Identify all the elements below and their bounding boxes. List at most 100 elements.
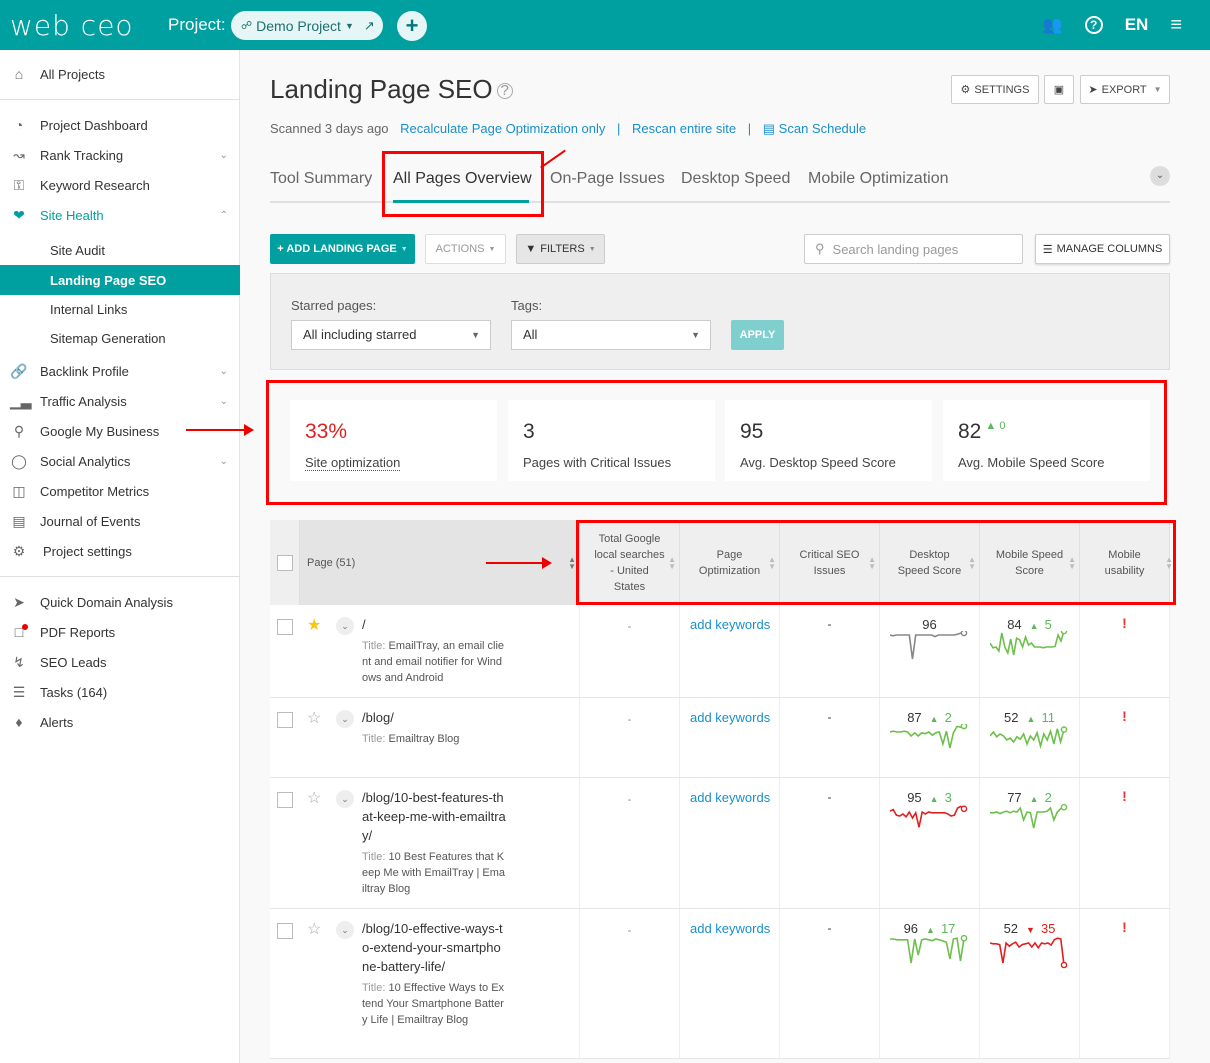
sparkline-line <box>990 806 1065 829</box>
tab-mobile-optimization[interactable]: Mobile Optimization <box>808 170 949 188</box>
rescan-link[interactable]: Rescan entire site <box>632 121 736 136</box>
sort-icon[interactable]: ▲ ▼ <box>568 555 576 570</box>
score-number: 87 <box>907 710 922 725</box>
star-icon[interactable]: ★ <box>307 615 321 635</box>
star-icon[interactable]: ☆ <box>307 708 321 728</box>
actions-button[interactable]: ACTIONS ▼ <box>425 234 506 264</box>
sidebar-item-rank-tracking[interactable]: ↝ Rank Tracking ⌄ <box>0 140 240 170</box>
bolt-icon: ↯ <box>13 653 25 670</box>
chevron-down-icon[interactable]: ⌄ <box>336 921 354 939</box>
sidebar-item-traffic-analysis[interactable]: ▁▃ Traffic Analysis ⌄ <box>0 386 240 416</box>
add-keywords-link[interactable]: add keywords <box>690 617 770 632</box>
tab-on-page-issues[interactable]: On-Page Issues <box>550 170 665 188</box>
row-checkbox[interactable] <box>277 792 293 808</box>
sidebar-item-tasks[interactable]: ☰ Tasks (164) <box>0 677 240 707</box>
sidebar-item-project-dashboard[interactable]: ◔ Project Dashboard <box>0 110 240 140</box>
sidebar-item-pdf-reports[interactable]: □ PDF Reports <box>0 617 240 647</box>
gear-icon: ⚙ <box>12 542 26 559</box>
score-value: 87 ▲ 2 <box>880 710 979 725</box>
sidebar-item-seo-leads[interactable]: ↯ SEO Leads <box>0 647 240 677</box>
sidebar-item-competitor-metrics[interactable]: ◫ Competitor Metrics <box>0 476 240 506</box>
calendar-button[interactable]: ▣ <box>1044 75 1074 104</box>
sidebar-item-journal-of-events[interactable]: ▤ Journal of Events <box>0 506 240 536</box>
sidebar-item-alerts[interactable]: ♦ Alerts <box>0 707 240 737</box>
add-project-button[interactable]: + <box>397 11 427 41</box>
sidebar-item-backlink-profile[interactable]: 🔗 Backlink Profile ⌄ <box>0 356 240 386</box>
row-checkbox[interactable] <box>277 619 293 635</box>
warning-icon[interactable]: ! <box>1080 919 1169 935</box>
caret-down-icon: ▼ <box>471 330 480 340</box>
score-number: 52 <box>1003 921 1019 936</box>
warning-icon[interactable]: ! <box>1080 615 1169 631</box>
tags-select[interactable]: All ▼ <box>511 320 711 350</box>
row-checkbox[interactable] <box>277 712 293 728</box>
score-number: 95 <box>907 790 922 805</box>
add-landing-page-button[interactable]: + ADD LANDING PAGE ▼ <box>270 234 415 264</box>
sidebar-item-all-projects[interactable]: ⌂ All Projects <box>0 59 240 89</box>
starred-select[interactable]: All including starred ▼ <box>291 320 491 350</box>
sidebar-item-site-health[interactable]: ❤ Site Health ⌃ <box>0 200 240 230</box>
warning-icon[interactable]: ! <box>1080 708 1169 724</box>
score-number: 52 <box>1004 710 1019 725</box>
page-url[interactable]: /blog/10-effective-ways-to-extend-your-s… <box>362 919 507 976</box>
settings-button[interactable]: ⚙ SETTINGS <box>951 75 1039 104</box>
sidebar-item-google-my-business[interactable]: ⚲ Google My Business <box>0 416 240 446</box>
scan-schedule-link[interactable]: Scan Schedule <box>779 121 866 136</box>
star-icon[interactable]: ☆ <box>307 788 321 808</box>
sidebar-item-project-settings[interactable]: ⚙ Project settings <box>0 536 240 566</box>
external-link-icon[interactable]: ↗ <box>364 18 375 34</box>
page-title-key: Title: <box>362 640 389 652</box>
score-number: 84 <box>1007 617 1022 632</box>
cell-desktop-speed: 87 ▲ 2 <box>880 698 980 777</box>
sidebar-subitem-internal-links[interactable]: Internal Links <box>0 294 240 324</box>
page-url[interactable]: /blog/10-best-features-that-keep-me-with… <box>362 788 507 845</box>
select-all-checkbox[interactable] <box>276 554 293 571</box>
sidebar-item-keyword-research[interactable]: ⚿ Keyword Research <box>0 170 240 200</box>
map-pin-icon: ⚲ <box>13 422 25 439</box>
sidebar-subitem-sitemap-generation[interactable]: Sitemap Generation <box>0 323 240 353</box>
add-keywords-link[interactable]: add keywords <box>690 790 770 805</box>
help-icon[interactable]: ? <box>496 83 513 100</box>
chevron-down-icon[interactable]: ⌄ <box>336 710 354 728</box>
key-icon: ⚿ <box>13 176 25 193</box>
help-icon[interactable]: ? <box>1084 16 1103 34</box>
menu-icon[interactable]: ≡ <box>1170 14 1182 37</box>
add-keywords-link[interactable]: add keywords <box>690 710 770 725</box>
warning-icon[interactable]: ! <box>1080 788 1169 804</box>
apply-button[interactable]: APPLY <box>731 320 784 350</box>
tab-desktop-speed[interactable]: Desktop Speed <box>681 170 790 188</box>
cell-critical-issues: - <box>780 605 880 697</box>
sparkline-line <box>990 937 1065 966</box>
chevron-down-icon[interactable]: ⌄ <box>1150 166 1170 186</box>
sidebar-item-quick-domain-analysis[interactable]: ➤ Quick Domain Analysis <box>0 587 240 617</box>
webceo-logo[interactable]: web ceo <box>10 9 134 42</box>
sparkline-endpoint <box>960 631 968 637</box>
sidebar-subitem-site-audit[interactable]: Site Audit <box>0 235 240 265</box>
chevron-down-icon[interactable]: ⌄ <box>336 617 354 635</box>
recalculate-link[interactable]: Recalculate Page Optimization only <box>400 121 605 136</box>
chevron-down-icon[interactable]: ⌄ <box>336 790 354 808</box>
score-value: 84 ▲ 5 <box>980 617 1079 632</box>
page-url[interactable]: / <box>362 615 507 634</box>
page-url-block: /blog/Title: Emailtray Blog <box>362 708 507 747</box>
search-input[interactable]: ⚲ Search landing pages <box>804 234 1023 264</box>
cell-local-searches: - <box>580 605 680 697</box>
users-icon[interactable]: 👥 <box>1043 15 1063 35</box>
add-keywords-link[interactable]: add keywords <box>690 921 770 936</box>
manage-columns-button[interactable]: ☰ MANAGE COLUMNS <box>1035 234 1170 264</box>
project-selector[interactable]: ☍ Demo Project ▼ ↗ <box>231 11 383 40</box>
language-selector[interactable]: EN <box>1125 15 1149 35</box>
cell-page: ☆ ⌄ /blog/Title: Emailtray Blog <box>270 698 580 777</box>
sidebar-subitem-landing-page-seo[interactable]: Landing Page SEO <box>0 265 240 295</box>
row-checkbox[interactable] <box>277 923 293 939</box>
page-url[interactable]: /blog/ <box>362 708 507 727</box>
score-delta: ▲ 11 <box>1027 710 1055 725</box>
tab-tool-summary[interactable]: Tool Summary <box>270 170 372 188</box>
cell-mobile-speed: 52 ▼ 35 <box>980 909 1080 1058</box>
sidebar-item-social-analytics[interactable]: ◯ Social Analytics ⌄ <box>0 446 240 476</box>
score-delta: ▲ 17 <box>926 921 955 936</box>
filters-button[interactable]: ▼ FILTERS ▼ <box>516 234 605 264</box>
page-title: Landing Page SEO? <box>270 74 513 105</box>
star-icon[interactable]: ☆ <box>307 919 321 939</box>
export-button[interactable]: ➤ EXPORT ▼ <box>1080 75 1170 104</box>
